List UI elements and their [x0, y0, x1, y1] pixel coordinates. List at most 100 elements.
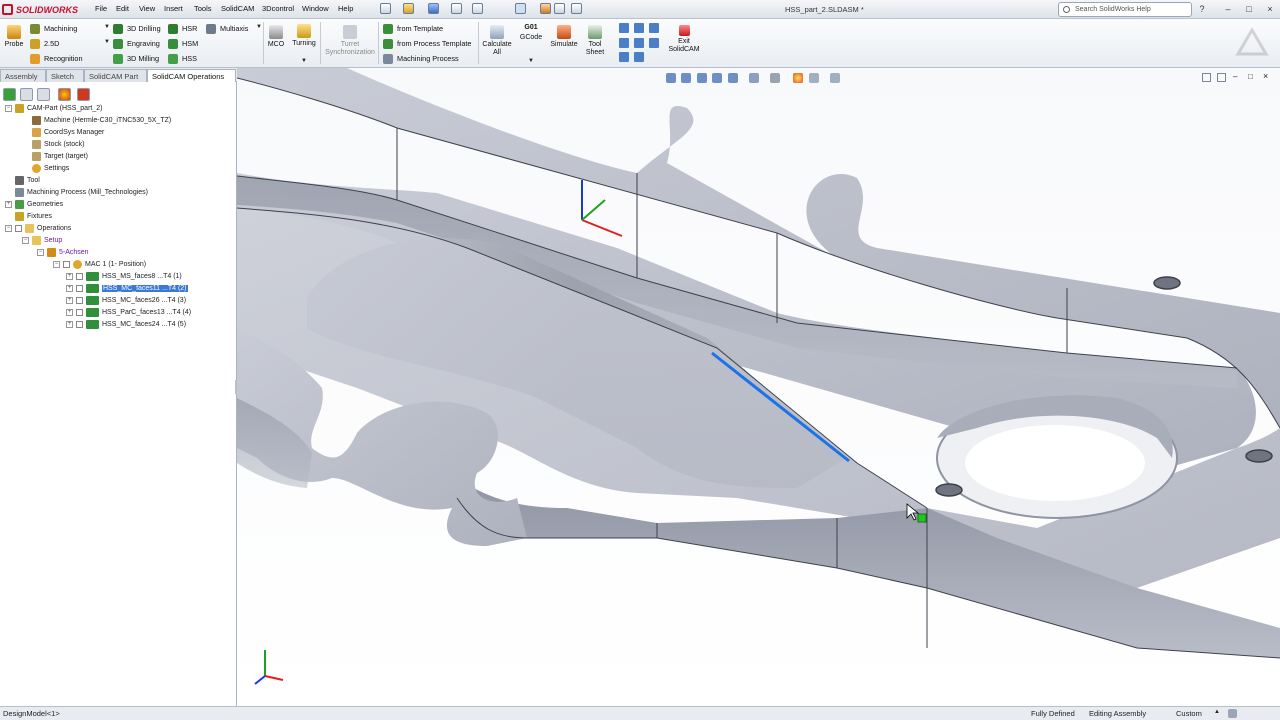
units-dropdown[interactable]: Custom	[1176, 709, 1202, 718]
expand-icon[interactable]: +	[66, 296, 73, 304]
grid-tool-icon[interactable]	[634, 23, 644, 33]
viewport-minimize-button[interactable]: –	[1233, 72, 1237, 81]
checkbox[interactable]	[76, 320, 83, 328]
tree-item-operation[interactable]: + HSS_MS_faces8 ...T4 (1)	[66, 270, 182, 282]
dropdown-arrow-icon[interactable]: ▼	[104, 39, 110, 45]
expand-icon[interactable]: +	[66, 320, 73, 328]
previous-view-icon[interactable]	[697, 73, 707, 83]
tab-sketch[interactable]: Sketch	[46, 69, 84, 82]
view-orientation-icon[interactable]	[728, 73, 738, 83]
collapse-icon[interactable]: −	[5, 224, 12, 232]
close-button[interactable]: ×	[1265, 4, 1275, 14]
turret-synchronization-button[interactable]: Turret Synchronization	[323, 23, 377, 57]
from-template-button[interactable]: from Template	[383, 22, 471, 35]
new-document-icon[interactable]	[380, 3, 391, 14]
menu-3dcontrol[interactable]: 3Dcontrol	[262, 4, 294, 13]
hss-button[interactable]: HSS	[168, 52, 198, 65]
menu-solidcam[interactable]: SolidCAM	[221, 4, 254, 13]
machining-process-button[interactable]: Machining Process	[383, 52, 471, 65]
multiaxis-button[interactable]: Multiaxis	[206, 22, 248, 35]
undo-icon[interactable]	[472, 3, 483, 14]
maximize-button[interactable]: □	[1244, 4, 1254, 14]
collapse-icon[interactable]: −	[37, 248, 44, 256]
tree-item-operation[interactable]: + HSS_MC_faces26 ...T4 (3)	[66, 294, 186, 306]
grid-tool-icon[interactable]	[634, 52, 644, 63]
properties-icon[interactable]	[20, 88, 33, 101]
grid-tool-icon[interactable]	[634, 37, 644, 48]
print-icon[interactable]	[451, 3, 462, 14]
tree-item-operation[interactable]: + HSS_ParC_faces13 ...T4 (4)	[66, 306, 191, 318]
turning-button[interactable]: Turning	[291, 22, 317, 48]
cascade-view-icon[interactable]	[1217, 73, 1226, 82]
simulate-button[interactable]: Simulate	[548, 23, 580, 49]
checkbox[interactable]	[76, 296, 83, 304]
grid-tool-icon[interactable]	[649, 37, 659, 48]
tree-item-target[interactable]: Target (target)	[32, 150, 88, 162]
color-wheel-icon[interactable]	[58, 88, 71, 101]
file-properties-icon[interactable]	[571, 3, 582, 14]
tree-item-geometries[interactable]: + Geometries	[5, 198, 63, 210]
menu-window[interactable]: Window	[302, 4, 329, 13]
checkbox[interactable]	[76, 272, 83, 280]
tree-item-setup[interactable]: − Setup	[22, 234, 62, 246]
open-folder-icon[interactable]	[403, 3, 414, 14]
from-process-template-button[interactable]: from Process Template	[383, 37, 471, 50]
tile-view-icon[interactable]	[1202, 73, 1211, 82]
help-search-input[interactable]: Search SolidWorks Help	[1058, 2, 1192, 17]
section-view-icon[interactable]	[712, 73, 722, 83]
menu-file[interactable]: File	[95, 4, 107, 13]
menu-tools[interactable]: Tools	[194, 4, 212, 13]
tree-item-stock[interactable]: Stock (stock)	[32, 138, 84, 150]
tool-sheet-button[interactable]: Tool Sheet	[583, 23, 607, 57]
tab-solidcam-operations[interactable]: SolidCAM Operations	[147, 69, 236, 83]
tab-assembly[interactable]: Assembly	[0, 69, 46, 82]
collapse-icon[interactable]: −	[53, 260, 60, 268]
checkbox[interactable]	[63, 260, 70, 268]
zoom-to-area-icon[interactable]	[681, 73, 691, 83]
engraving-button[interactable]: Engraving	[113, 37, 161, 50]
minimize-button[interactable]: –	[1223, 4, 1233, 14]
tree-item-settings[interactable]: Settings	[32, 162, 69, 174]
view-settings-icon[interactable]	[830, 73, 840, 83]
apply-scene-icon[interactable]	[809, 73, 819, 83]
save-icon[interactable]	[428, 3, 439, 14]
recognition-button[interactable]: Recognition	[30, 52, 83, 65]
menu-insert[interactable]: Insert	[164, 4, 183, 13]
rebuild-icon[interactable]	[540, 3, 551, 14]
hide-show-items-icon[interactable]	[770, 73, 780, 83]
checkbox[interactable]	[76, 308, 83, 316]
menu-view[interactable]: View	[139, 4, 155, 13]
grid-tool-icon[interactable]	[649, 23, 659, 33]
collapse-icon[interactable]: −	[22, 236, 29, 244]
help-question-icon[interactable]: ?	[1197, 4, 1207, 14]
collapse-icon[interactable]: −	[5, 104, 12, 112]
green-gear-icon[interactable]	[3, 88, 16, 101]
expand-icon[interactable]: +	[66, 272, 73, 280]
dropdown-arrow-icon[interactable]: ▼	[256, 24, 262, 30]
options-icon[interactable]	[554, 3, 565, 14]
tree-item-coordsys[interactable]: CoordSys Manager	[32, 126, 104, 138]
solidworks-logo[interactable]: SOLIDWORKS	[2, 2, 78, 17]
viewport-maximize-button[interactable]: □	[1248, 72, 1253, 81]
graphics-viewport[interactable]	[237, 68, 1280, 706]
probe-button[interactable]: Probe	[3, 23, 25, 49]
tree-item-cam-part[interactable]: − CAM-Part (HSS_part_2)	[5, 102, 102, 114]
tree-item-5-achsen[interactable]: −5-Achsen	[37, 246, 89, 258]
gcode-button[interactable]: G01 GCode	[517, 24, 545, 42]
tree-item-operation-selected[interactable]: + HSS_MC_faces11 ...T4 (2)	[66, 282, 188, 294]
grid-tool-icon[interactable]	[619, 23, 629, 33]
mco-button[interactable]: MCO	[266, 23, 286, 49]
tree-item-fixtures[interactable]: Fixtures	[5, 210, 52, 222]
checkbox[interactable]	[15, 224, 22, 232]
tree-item-machining-process[interactable]: Machining Process (Mill_Technologies)	[5, 186, 148, 198]
3d-drilling-button[interactable]: 3D Drilling	[113, 22, 161, 35]
checkbox[interactable]	[76, 284, 83, 292]
tree-item-tool[interactable]: Tool	[5, 174, 40, 186]
tree-item-operation[interactable]: + HSS_MC_faces24 ...T4 (5)	[66, 318, 186, 330]
hsr-button[interactable]: HSR	[168, 22, 198, 35]
zoom-to-fit-icon[interactable]	[666, 73, 676, 83]
grip-point[interactable]	[917, 513, 927, 523]
menu-edit[interactable]: Edit	[116, 4, 129, 13]
expand-icon[interactable]: +	[66, 284, 73, 292]
expand-icon[interactable]: +	[5, 200, 12, 208]
